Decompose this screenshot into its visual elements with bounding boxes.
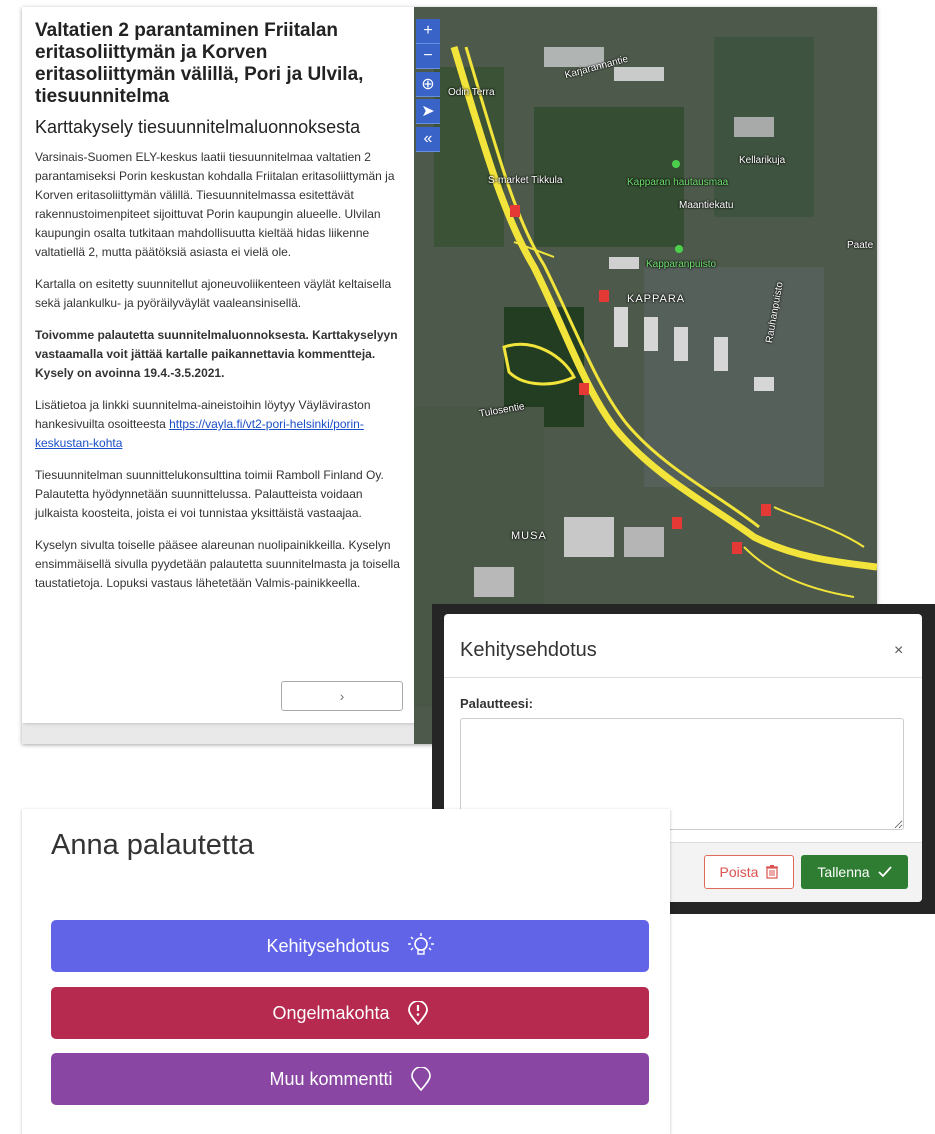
- map-label-odin-terra: Odin Terra: [448, 87, 495, 98]
- map-label-hautausmaa: Kapparan hautausmaa: [627, 177, 729, 188]
- survey-info-card: Valtatien 2 parantaminen Friitalan erita…: [22, 7, 414, 723]
- save-button[interactable]: Tallenna: [801, 855, 908, 889]
- save-label: Tallenna: [817, 864, 870, 880]
- search-location-icon[interactable]: ⊕: [416, 72, 440, 97]
- map-label-maantiekatu: Maantiekatu: [679, 200, 734, 211]
- map-label-kappara: KAPPARA: [627, 293, 686, 305]
- next-page-button[interactable]: ›: [281, 681, 403, 711]
- map-label-kapparanpuisto: Kapparanpuisto: [646, 259, 717, 270]
- suggestion-label: Kehitysehdotus: [266, 935, 390, 956]
- map-pin-icon: [410, 1067, 431, 1091]
- delete-button[interactable]: Poista: [704, 855, 794, 889]
- lightbulb-icon: [407, 933, 434, 955]
- other-comment-label: Muu kommentti: [269, 1068, 393, 1089]
- more-info-paragraph: Lisätietoa ja linkki suunnitelma-aineist…: [35, 396, 407, 453]
- map-legend-paragraph: Kartalla on esitetty suunnitellut ajoneu…: [35, 277, 392, 310]
- feedback-heading: Anna palautetta: [51, 829, 255, 861]
- survey-subtitle: Karttakysely tiesuunnitelmaluonnoksesta: [35, 117, 361, 137]
- dialog-header: Kehitysehdotus ×: [444, 614, 922, 678]
- delete-label: Poista: [719, 864, 759, 880]
- feedback-field-label: Palautteesi:: [460, 696, 533, 711]
- problem-button[interactable]: Ongelmakohta: [51, 987, 649, 1039]
- suggestion-button[interactable]: Kehitysehdotus: [51, 920, 649, 972]
- collapse-panel-icon[interactable]: «: [416, 127, 440, 152]
- consultant-paragraph: Tiesuunnitelman suunnittelukonsulttina t…: [35, 468, 384, 520]
- zoom-in-button[interactable]: +: [416, 19, 440, 44]
- dialog-title: Kehitysehdotus: [460, 639, 597, 661]
- check-icon: [877, 866, 892, 878]
- problem-label: Ongelmakohta: [272, 1002, 390, 1023]
- exclamation-pin-icon: [407, 1001, 428, 1025]
- close-icon[interactable]: ×: [894, 642, 903, 660]
- zoom-out-button[interactable]: −: [416, 44, 440, 69]
- map-label-musa: MUSA: [511, 530, 547, 542]
- trash-icon: [766, 865, 779, 879]
- navigation-paragraph: Kyselyn sivulta toiselle pääsee alareuna…: [35, 538, 400, 590]
- intro-paragraph: Varsinais-Suomen ELY-keskus laatii tiesu…: [35, 150, 395, 259]
- other-comment-button[interactable]: Muu kommentti: [51, 1053, 649, 1105]
- map-label-paate: Paate: [847, 240, 874, 251]
- map-label-kellarikuja: Kellarikuja: [739, 155, 786, 166]
- locate-me-icon[interactable]: ➤: [416, 99, 440, 124]
- survey-title: Valtatien 2 parantaminen Friitalan erita…: [35, 20, 364, 107]
- map-label-s-market: S-market Tikkula: [488, 175, 563, 186]
- feedback-request-paragraph: Toivomme palautetta suunnitelmaluonnokse…: [35, 328, 398, 380]
- feedback-card: Anna palautetta Kehitysehdotus Ongelmako…: [22, 809, 670, 1134]
